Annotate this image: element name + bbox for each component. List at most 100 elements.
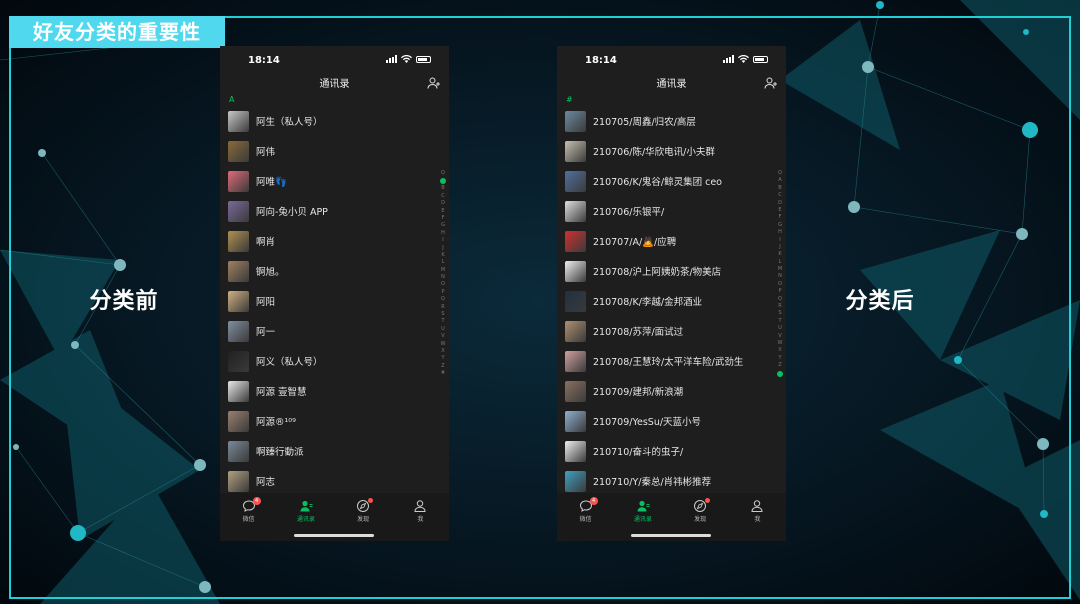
contact-row[interactable]: 阿义（私人号） bbox=[220, 346, 449, 376]
index-letter[interactable]: S bbox=[778, 310, 781, 317]
tab-discover[interactable]: 发现 bbox=[335, 498, 392, 523]
contact-row[interactable]: 阿一 bbox=[220, 316, 449, 346]
tab-contacts[interactable]: 通讯录 bbox=[614, 499, 671, 523]
index-letter[interactable]: E bbox=[441, 208, 444, 215]
index-letter[interactable]: K bbox=[441, 252, 444, 259]
contact-list[interactable]: 210705/周鑫/归农/高层 210706/陈/华欣电讯/小夫群 210706/K… bbox=[557, 106, 786, 496]
index-letter[interactable]: B bbox=[441, 185, 444, 192]
index-letter[interactable]: # bbox=[441, 370, 445, 377]
index-letter[interactable]: F bbox=[779, 214, 782, 221]
index-letter[interactable]: J bbox=[779, 244, 780, 251]
index-letter[interactable]: Q bbox=[778, 170, 782, 177]
index-letter[interactable]: H bbox=[441, 230, 445, 237]
index-letter[interactable]: Y bbox=[441, 355, 444, 362]
index-letter[interactable]: U bbox=[778, 325, 782, 332]
index-letter[interactable]: X bbox=[441, 348, 444, 355]
index-letter[interactable]: F bbox=[442, 215, 445, 222]
index-letter[interactable]: G bbox=[778, 222, 782, 229]
index-letter[interactable]: R bbox=[441, 304, 444, 311]
tab-contacts[interactable]: 通讯录 bbox=[277, 499, 334, 523]
index-letter[interactable]: Y bbox=[778, 355, 781, 362]
index-letter[interactable]: O bbox=[778, 281, 782, 288]
contact-row[interactable]: 啊肖 bbox=[220, 226, 449, 256]
index-letter[interactable]: X bbox=[778, 347, 781, 354]
index-letter[interactable]: T bbox=[778, 318, 781, 325]
index-letter[interactable]: N bbox=[441, 274, 445, 281]
contact-row[interactable]: 阿生（私人号） bbox=[220, 106, 449, 136]
contact-row[interactable]: 啊臻行動派 bbox=[220, 436, 449, 466]
index-letter[interactable]: L bbox=[779, 259, 782, 266]
contact-name: 210710/Y/秦总/肖祎彬推荐 bbox=[593, 477, 712, 488]
contact-row[interactable]: 210710/奋斗的虫子/ bbox=[557, 436, 786, 466]
contact-row[interactable]: 阿阳 bbox=[220, 286, 449, 316]
tab-me[interactable]: 我 bbox=[729, 499, 786, 523]
contact-row[interactable]: 210708/沪上阿姨奶茶/物美店 bbox=[557, 256, 786, 286]
index-letter[interactable]: S bbox=[441, 311, 444, 318]
contact-row[interactable]: 锕旭。 bbox=[220, 256, 449, 286]
contact-name: 啊臻行動派 bbox=[256, 447, 304, 458]
index-letter[interactable]: A bbox=[778, 177, 781, 184]
contact-row[interactable]: 210710/Y/秦总/肖祎彬推荐 bbox=[557, 466, 786, 496]
alphabet-index[interactable]: QABCDEFGHIJKLMNOPQRSTUVWXYZ# bbox=[776, 170, 784, 378]
index-letter[interactable]: C bbox=[778, 192, 782, 199]
avatar bbox=[228, 230, 249, 252]
index-letter[interactable]: T bbox=[441, 318, 444, 325]
tab-discover[interactable]: 发现 bbox=[672, 498, 729, 523]
index-letter[interactable]: D bbox=[441, 200, 445, 207]
add-friend-icon[interactable] bbox=[764, 76, 778, 90]
contact-row[interactable]: 阿志 bbox=[220, 466, 449, 496]
contact-row[interactable]: 210708/苏萍/面试过 bbox=[557, 316, 786, 346]
index-letter[interactable]: K bbox=[778, 251, 781, 258]
contact-row[interactable]: 阿伟 bbox=[220, 136, 449, 166]
contact-row[interactable]: 210706/陈/华欣电讯/小夫群 bbox=[557, 136, 786, 166]
index-letter[interactable]: P bbox=[441, 289, 444, 296]
index-letter[interactable]: Q bbox=[441, 170, 445, 177]
contact-row[interactable]: 210706/K/鬼谷/鲸灵集团 ceo bbox=[557, 166, 786, 196]
index-letter[interactable]: E bbox=[778, 207, 781, 214]
index-letter[interactable]: I bbox=[442, 237, 443, 244]
index-letter[interactable]: V bbox=[778, 333, 781, 340]
add-friend-icon[interactable] bbox=[427, 76, 441, 90]
contact-row[interactable]: 210709/YesSu/天蓝小号 bbox=[557, 406, 786, 436]
alphabet-index[interactable]: QABCDEFGHIJKLMNOPQRSTUVWXYZ# bbox=[439, 170, 447, 378]
contact-row[interactable]: 210706/乐银平/ bbox=[557, 196, 786, 226]
contact-row[interactable]: 阿源®¹⁰⁹ bbox=[220, 406, 449, 436]
index-letter[interactable]: A bbox=[440, 178, 446, 185]
contact-row[interactable]: 阿唯👣 bbox=[220, 166, 449, 196]
index-letter[interactable]: # bbox=[777, 370, 783, 377]
index-letter[interactable]: N bbox=[778, 273, 782, 280]
index-letter[interactable]: W bbox=[441, 341, 446, 348]
index-letter[interactable]: G bbox=[441, 222, 445, 229]
index-letter[interactable]: D bbox=[778, 200, 782, 207]
contact-row[interactable]: 210707/A/🙇/应聘 bbox=[557, 226, 786, 256]
index-letter[interactable]: U bbox=[441, 326, 445, 333]
index-letter[interactable]: C bbox=[441, 193, 445, 200]
index-letter[interactable]: W bbox=[778, 340, 783, 347]
index-letter[interactable]: I bbox=[779, 237, 780, 244]
tab-me[interactable]: 我 bbox=[392, 499, 449, 523]
contact-row[interactable]: 阿向-兔小贝 APP bbox=[220, 196, 449, 226]
index-letter[interactable]: O bbox=[441, 281, 445, 288]
index-letter[interactable]: Q bbox=[778, 296, 782, 303]
index-letter[interactable]: M bbox=[441, 267, 445, 274]
tab-label: 发现 bbox=[694, 516, 707, 523]
index-letter[interactable]: B bbox=[778, 185, 781, 192]
contact-row[interactable]: 210708/王慧玲/太平洋车险/武劲生 bbox=[557, 346, 786, 376]
contact-row[interactable]: 210705/周鑫/归农/高层 bbox=[557, 106, 786, 136]
tab-chats[interactable]: 4 微信 bbox=[557, 497, 614, 523]
contact-row[interactable]: 210708/K/李越/金邦酒业 bbox=[557, 286, 786, 316]
index-letter[interactable]: Q bbox=[441, 296, 445, 303]
index-letter[interactable]: H bbox=[778, 229, 782, 236]
contact-row[interactable]: 阿源 壹智慧 bbox=[220, 376, 449, 406]
index-letter[interactable]: Z bbox=[778, 362, 781, 369]
index-letter[interactable]: V bbox=[441, 333, 444, 340]
index-letter[interactable]: R bbox=[778, 303, 781, 310]
contact-row[interactable]: 210709/建邦/新浪潮 bbox=[557, 376, 786, 406]
contact-list[interactable]: 阿生（私人号） 阿伟 阿唯👣 阿向-兔小贝 APP 啊肖 锕旭。 阿阳 阿一 阿义（私人号） 阿源… bbox=[220, 106, 449, 496]
index-letter[interactable]: Z bbox=[441, 363, 444, 370]
index-letter[interactable]: M bbox=[778, 266, 782, 273]
index-letter[interactable]: J bbox=[442, 245, 443, 252]
index-letter[interactable]: P bbox=[778, 288, 781, 295]
tab-chats[interactable]: 4 微信 bbox=[220, 497, 277, 523]
index-letter[interactable]: L bbox=[442, 259, 445, 266]
